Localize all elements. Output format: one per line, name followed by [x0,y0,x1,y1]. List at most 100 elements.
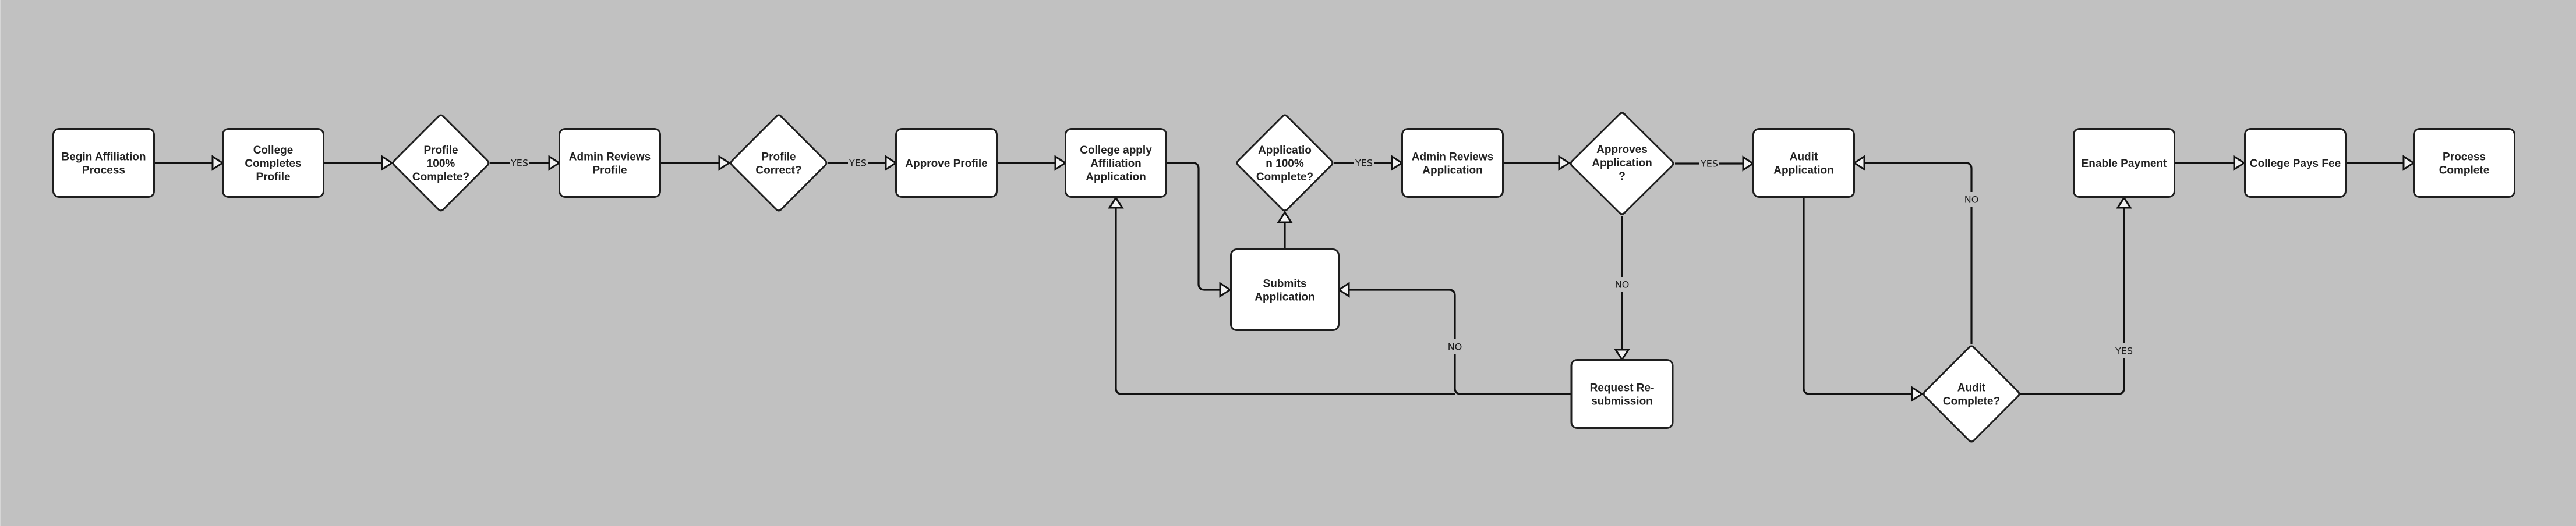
node-request-resubmission[interactable]: Request Re-submission [1570,359,1674,429]
arrowhead-icon [1219,282,1232,298]
node-approve-profile[interactable]: Approve Profile [895,128,998,198]
node-label-line: Admin Reviews [1412,151,1493,164]
arrowhead-icon [1391,155,1404,171]
edge-label-text: YES [1700,158,1718,169]
edge-approve-profile-to-college-apply[interactable] [997,155,1067,171]
edge-label-text: NO [1448,342,1462,353]
node-label-line: Application [1255,292,1314,304]
node-audit-complete-decision[interactable]: Audit Complete? [1923,345,2020,443]
node-label-line: Approve Profile [905,158,987,170]
flowchart-canvas: Begin Affiliation Process College Completes… [0,0,2576,526]
node-label-line: Profile [592,165,627,177]
node-profile-correct-decision[interactable]: ProfileCorrect? [730,114,828,212]
edge-college-apply-to-submits-application[interactable] [1167,162,1232,298]
arrowhead-icon [1911,386,1924,402]
arrowhead-icon [211,155,224,171]
node-college-apply[interactable]: College applyAffiliationApplication [1065,128,1167,198]
edge-submits-application-to-application-complete-decision[interactable] [1277,211,1293,249]
edge-label-yes: YES [510,157,529,169]
node-label-line: Application [1086,171,1146,183]
edge-request-resubmission-to-submits-application[interactable] [1337,282,1571,395]
node-label-line: Correct? [755,165,801,177]
edge-label-text: NO [1615,279,1630,290]
edge-audit-complete-decision-to-audit-application[interactable] [1853,155,1973,344]
edge-label-yes: YES [2115,343,2133,358]
edge-label-text: YES [2115,346,2133,357]
edge-college-completes-profile-to-profile-complete-decision[interactable] [324,155,394,171]
connector-line[interactable] [1167,162,1220,291]
arrowhead-icon [1108,196,1124,209]
node-label-line: Begin Affiliation [62,151,146,164]
edge-label-text: YES [849,158,867,169]
arrowhead-icon [548,155,561,171]
edge-label-text: NO [1964,194,1979,205]
edge-label-yes: YES [848,157,868,169]
edge-label-yes: YES [1699,158,1719,169]
node-label-line: 100% [427,158,455,170]
node-label-line: Complete? [1256,171,1313,183]
node-label-line: submission [1591,396,1653,408]
node-label-line: Enable Payment [2082,158,2167,170]
node-label-line: Admin Reviews [569,151,651,164]
node-audit-application[interactable]: AuditApplication [1752,128,1855,198]
node-label-line: Complete? [1943,396,2000,408]
node-label-line: Process [2443,151,2486,164]
node-label-line: Complete? [412,171,469,183]
node-approves-application-decision[interactable]: ApprovesApplication? [1570,112,1674,215]
arrowhead-icon [718,155,731,171]
node-label-line: n 100% [1266,158,1304,170]
node-label-line: Application [1773,165,1833,177]
edge-enable-payment-to-college-pays-fee[interactable] [2175,155,2246,171]
node-label-line: College apply [1080,144,1152,157]
node-submits-application[interactable]: Submits Application [1230,248,1340,331]
edge-admin-reviews-application-to-approves-application-decision[interactable] [1503,155,1571,171]
node-label-line: Approves [1596,144,1648,156]
node-college-pays-fee[interactable]: College Pays Fee [2244,128,2347,198]
node-label-line: Audit [1957,382,1986,394]
arrowhead-icon [1853,155,1865,171]
edge-admin-reviews-profile-to-profile-correct-decision[interactable] [660,155,731,171]
node-label-line: Audit [1790,151,1818,164]
node-label-line: Profile [256,171,290,183]
connector-line[interactable] [1803,197,1912,395]
arrowhead-icon [2402,155,2415,171]
edge-label-yes: YES [1354,157,1374,169]
edge-audit-application-to-audit-complete-decision[interactable] [1803,197,1924,402]
arrowhead-icon [1277,211,1293,223]
node-label-line: Process [82,165,125,177]
arrowhead-icon [885,155,897,171]
edge-college-pays-fee-to-process-complete[interactable] [2346,155,2415,171]
node-label-line: College [253,144,294,157]
nodes-layer: Begin AffiliationProcessCollegeCompletes… [52,112,2515,443]
connector-line[interactable] [2020,208,2125,395]
arrowhead-icon [1054,155,1067,171]
node-label-line: Application [1422,165,1482,177]
node-college-completes-profile[interactable]: CollegeCompletesProfile [222,128,324,198]
node-process-complete[interactable]: ProcessComplete [2413,128,2515,198]
edge-label-no: NO [1963,192,1980,207]
node-label-line: Application [1592,157,1652,169]
node-enable-payment[interactable]: Enable Payment [2073,128,2175,198]
arrowhead-icon [2233,155,2246,171]
node-label-line: Complete [2439,165,2490,177]
connector-line[interactable] [1864,162,1973,344]
node-label-line: Profile [761,151,796,164]
node-begin[interactable]: Begin AffiliationProcess [52,128,155,198]
node-admin-reviews-profile[interactable]: Admin ReviewsProfile [559,128,661,198]
edge-audit-complete-decision-to-enable-payment[interactable] [2020,196,2132,395]
edge-begin-to-college-completes-profile[interactable] [154,155,224,171]
edge-label-text: YES [1355,158,1373,169]
arrowhead-icon [1614,349,1630,361]
arrowhead-icon [1742,155,1755,172]
node-profile-complete-decision[interactable]: Profile100%Complete? [392,114,490,212]
node-label-line: Profile [423,144,458,157]
edge-label-no: NO [1613,277,1631,292]
arrowhead-icon [2116,196,2132,209]
node-label-line: Applicatio [1258,144,1312,157]
node-label-line: College Pays Fee [2250,158,2341,170]
node-application-complete-decision[interactable]: Application 100%Complete? [1236,114,1334,212]
node-admin-reviews-application[interactable]: Admin ReviewsApplication [1401,128,1504,198]
arrowhead-icon [1337,282,1350,298]
node-label-line: Request Re- [1590,382,1655,394]
arrowhead-icon [1558,155,1571,171]
